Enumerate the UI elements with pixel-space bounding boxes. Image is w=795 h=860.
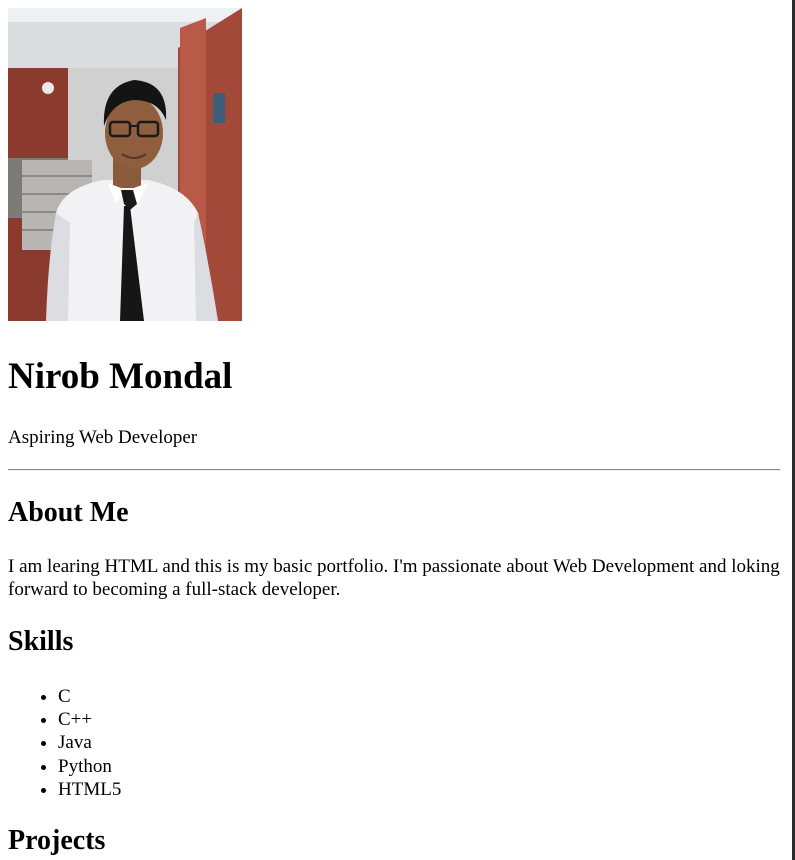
- skills-heading: Skills: [8, 626, 74, 657]
- section-divider: [8, 469, 780, 471]
- about-text: I am learing HTML and this is my basic p…: [8, 556, 780, 600]
- profile-tagline: Aspiring Web Developer: [8, 427, 198, 448]
- profile-name: Nirob Mondal: [8, 356, 233, 397]
- skills-list: C C++ Java Python HTML5: [8, 685, 121, 801]
- skill-item: C++: [58, 708, 121, 731]
- skill-item: Python: [58, 755, 121, 778]
- portfolio-page: Nirob Mondal Aspiring Web Developer Abou…: [8, 8, 780, 856]
- skill-item: HTML5: [58, 778, 121, 801]
- profile-photo: [8, 8, 242, 321]
- skill-item: C: [58, 685, 121, 708]
- about-heading: About Me: [8, 497, 129, 528]
- skill-item: Java: [58, 731, 121, 754]
- projects-heading: Projects: [8, 825, 106, 856]
